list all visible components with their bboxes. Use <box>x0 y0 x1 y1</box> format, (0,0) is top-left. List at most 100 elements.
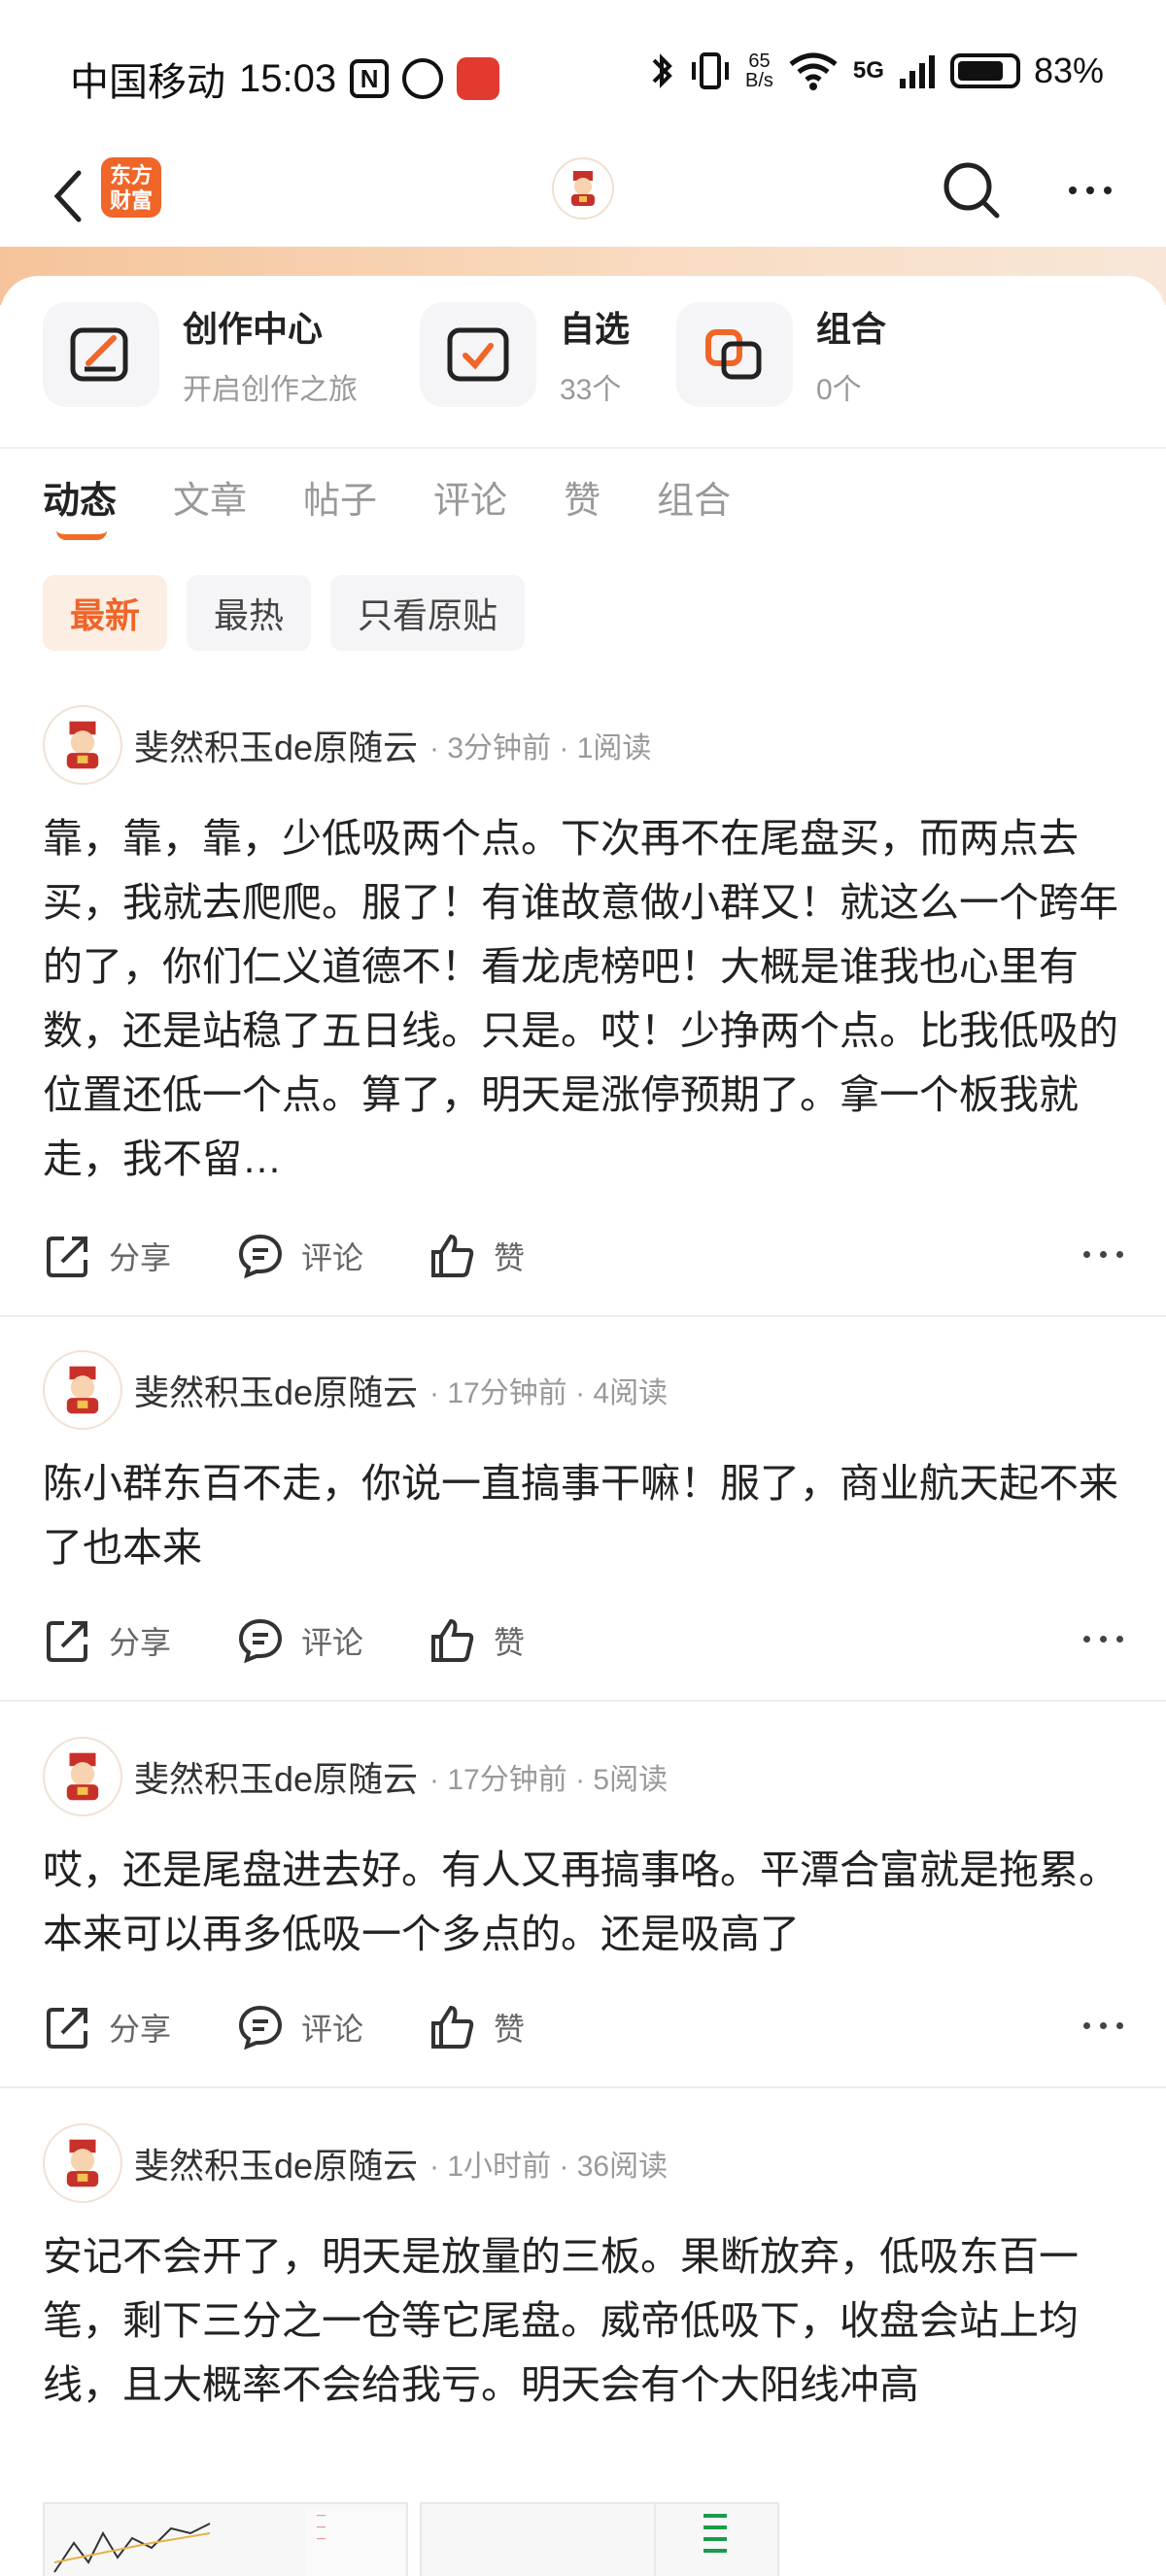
filter-chips: 最新 最热 只看原贴 <box>43 575 526 651</box>
post-meta: · 1小时前 · 36阅读 <box>429 2151 669 2183</box>
comment-icon <box>239 1234 283 1279</box>
post-more-button[interactable] <box>1083 2022 1123 2029</box>
more-icon <box>1083 1251 1090 1258</box>
post-actions: 分享 评论 赞 <box>43 1607 1123 1675</box>
thumbs-up-icon <box>431 1618 474 1662</box>
battery-percent: 83% <box>1033 51 1104 90</box>
comment-button[interactable]: 评论 <box>235 1231 363 1281</box>
more-icon <box>1083 1636 1090 1643</box>
avatar[interactable] <box>43 1737 122 1816</box>
tab-posts[interactable]: 帖子 <box>303 470 377 524</box>
fortune-god-avatar-icon <box>66 2139 99 2187</box>
tab-likes[interactable]: 赞 <box>564 470 600 524</box>
vibrate-icon <box>692 52 730 89</box>
clock: 15:03 <box>239 56 337 100</box>
carrier-label: 中国移动 <box>70 61 225 104</box>
author-name[interactable]: 斐然积玉de原随云 <box>134 2138 418 2188</box>
comment-button[interactable]: 评论 <box>235 2002 363 2052</box>
shortcut-title: 创作中心 <box>183 309 324 349</box>
comment-icon <box>239 1618 283 1664</box>
post-text[interactable]: 哎，还是尾盘进去好。有人又再搞事咯。平潭合富就是拖累。本来可以再多低吸一个多点的… <box>43 1838 1121 1966</box>
content-tabs: 动态 文章 帖子 评论 赞 组合 <box>43 470 787 540</box>
post-image-quote[interactable] <box>420 2502 779 2576</box>
shortcut-subtitle: 33个 <box>560 374 622 406</box>
app-notification-icon <box>457 57 500 100</box>
search-icon <box>943 162 1000 219</box>
post-actions: 分享 评论 赞 <box>43 1993 1123 2061</box>
portfolio-icon <box>676 302 793 407</box>
app-logo[interactable]: 东方 财富 <box>101 157 161 218</box>
bluetooth-icon <box>652 53 672 88</box>
fortune-god-avatar-icon <box>66 721 99 769</box>
post-meta: · 3分钟前 · 1阅读 <box>429 732 652 764</box>
profile-avatar[interactable] <box>552 157 614 220</box>
comment-icon <box>239 2005 283 2051</box>
share-button[interactable]: 分享 <box>43 2002 171 2052</box>
nfc-icon: N <box>350 59 390 98</box>
avatar[interactable] <box>43 705 122 785</box>
avatar[interactable] <box>43 1350 122 1430</box>
alarm-icon <box>402 58 444 99</box>
top-nav: 东方 财富 <box>0 146 1166 253</box>
filter-latest[interactable]: 最新 <box>43 575 168 651</box>
search-button[interactable] <box>939 157 1005 223</box>
svg-text:—: — <box>317 2522 326 2531</box>
avatar[interactable] <box>43 2123 122 2203</box>
status-right: 65 B/s 5G 83% <box>650 51 1104 91</box>
chevron-left-icon <box>53 170 82 222</box>
like-button[interactable]: 赞 <box>428 1231 525 1281</box>
divider <box>0 447 1166 449</box>
shortcut-title: 组合 <box>816 309 887 349</box>
edit-icon <box>43 302 159 407</box>
share-button[interactable]: 分享 <box>43 1231 171 1281</box>
more-icon <box>1069 186 1077 194</box>
share-button[interactable]: 分享 <box>43 1615 171 1666</box>
tab-dynamics[interactable]: 动态 <box>43 470 117 540</box>
post-actions: 分享 评论 赞 <box>43 1222 1123 1290</box>
status-left: 中国移动 15:03 N <box>70 51 500 107</box>
post-more-button[interactable] <box>1083 1636 1123 1643</box>
battery-icon <box>949 53 1020 88</box>
author-name[interactable]: 斐然积玉de原随云 <box>134 720 418 770</box>
post-text[interactable]: 靠，靠，靠，少低吸两个点。下次再不在尾盘买，而两点去买，我就去爬爬。服了！有谁故… <box>43 806 1121 1191</box>
post-text[interactable]: 安记不会开了，明天是放量的三板。果断放弃，低吸东百一笔，剩下三分之一仓等它尾盘。… <box>43 2224 1121 2417</box>
checkbox-icon <box>420 302 536 407</box>
tab-portfolio[interactable]: 组合 <box>657 470 731 524</box>
like-button[interactable]: 赞 <box>428 1615 525 1666</box>
post-text[interactable]: 陈小群东百不走，你说一直搞事干嘛！服了，商业航天起不来了也本来 <box>43 1451 1121 1579</box>
shortcut-subtitle: 0个 <box>816 374 862 406</box>
post-image-chart[interactable]: — — — <box>43 2502 408 2576</box>
filter-hot[interactable]: 最热 <box>187 575 312 651</box>
signal-icon <box>899 55 935 88</box>
svg-text:—: — <box>317 2533 326 2543</box>
like-button[interactable]: 赞 <box>428 2002 525 2052</box>
share-icon <box>47 1621 87 1662</box>
post-divider <box>0 1315 1166 1317</box>
shortcut-portfolio[interactable]: 组合 0个 <box>676 301 886 408</box>
status-bar: 中国移动 15:03 N 65 B/s 5G 83% <box>0 0 1166 146</box>
shortcut-creator-center[interactable]: 创作中心 开启创作之旅 <box>43 301 358 408</box>
post-more-button[interactable] <box>1083 1251 1123 1258</box>
more-button[interactable] <box>1057 157 1123 223</box>
more-icon <box>1083 2022 1090 2029</box>
thumbs-up-icon <box>431 2005 474 2049</box>
stock-chart-image: — — — <box>53 2510 404 2576</box>
tab-active-indicator <box>56 530 107 540</box>
tab-articles[interactable]: 文章 <box>173 470 247 524</box>
author-name[interactable]: 斐然积玉de原随云 <box>134 1365 418 1415</box>
post-divider <box>0 1700 1166 1702</box>
back-button[interactable] <box>39 157 97 235</box>
shortcut-watchlist[interactable]: 自选 33个 <box>420 301 630 408</box>
tab-comments[interactable]: 评论 <box>433 470 507 524</box>
post-divider <box>0 2086 1166 2088</box>
filter-original-only[interactable]: 只看原贴 <box>330 575 526 651</box>
share-icon <box>47 2008 87 2049</box>
fortune-god-avatar-icon <box>66 1752 99 1801</box>
shortcut-title: 自选 <box>560 309 631 349</box>
post-meta: · 17分钟前 · 5阅读 <box>429 1764 669 1796</box>
author-name[interactable]: 斐然积玉de原随云 <box>134 1751 418 1802</box>
post-meta: · 17分钟前 · 4阅读 <box>429 1377 669 1409</box>
net-speed: 65 B/s <box>745 51 773 91</box>
network-type: 5G <box>852 57 884 84</box>
comment-button[interactable]: 评论 <box>235 1615 363 1666</box>
